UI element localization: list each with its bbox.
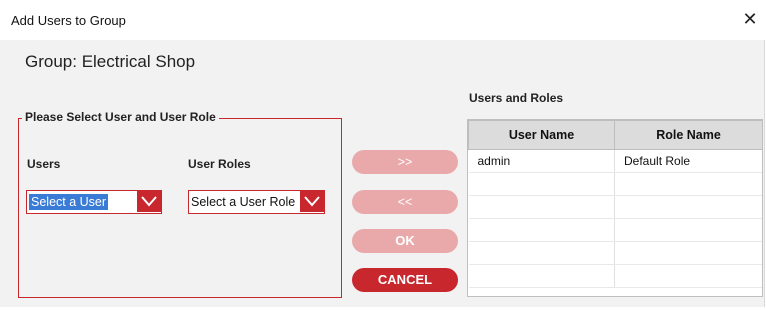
table-header-row: User Name Role Name: [468, 120, 762, 150]
column-header-user-name[interactable]: User Name: [468, 120, 615, 150]
user-name-cell: [468, 241, 615, 265]
close-icon[interactable]: ✕: [739, 8, 761, 30]
role-name-cell: [614, 241, 762, 265]
role-name-cell: [614, 195, 762, 219]
role-name-cell: [614, 172, 762, 196]
user-name-cell: [468, 195, 615, 219]
user-select[interactable]: Select a User: [26, 190, 162, 214]
ok-button[interactable]: OK: [352, 229, 458, 253]
selection-legend: Please Select User and User Role: [22, 110, 219, 124]
table-row[interactable]: admin Default Role: [468, 149, 762, 173]
users-label: Users: [27, 157, 61, 171]
table-row[interactable]: [468, 195, 762, 219]
user-name-cell: admin: [468, 149, 615, 173]
role-name-cell: [614, 218, 762, 242]
remove-user-button[interactable]: <<: [352, 190, 458, 214]
column-header-role-name[interactable]: Role Name: [614, 120, 762, 150]
chevron-down-icon[interactable]: [137, 191, 161, 212]
table-row[interactable]: [468, 241, 762, 265]
user-role-select[interactable]: Select a User Role: [188, 190, 325, 214]
chevron-down-icon[interactable]: [300, 191, 324, 212]
add-user-button[interactable]: >>: [352, 150, 458, 174]
user-roles-label: User Roles: [188, 157, 251, 171]
table-row[interactable]: [468, 264, 762, 288]
role-name-cell: Default Role: [614, 149, 762, 173]
user-name-cell: [468, 218, 615, 242]
group-title: Group: Electrical Shop: [25, 52, 196, 71]
table-row[interactable]: [468, 172, 762, 196]
user-name-cell: [468, 172, 615, 196]
cancel-button[interactable]: CANCEL: [352, 268, 458, 292]
user-select-value: Select a User: [29, 194, 109, 210]
user-name-cell: [468, 264, 615, 288]
user-role-select-value: Select a User Role: [191, 195, 296, 209]
dialog-title: Add Users to Group: [11, 13, 126, 28]
users-roles-title: Users and Roles: [469, 91, 564, 105]
dialog-titlebar: Add Users to Group ✕: [0, 0, 767, 40]
users-roles-table: User Name Role Name admin Default Role: [467, 119, 763, 297]
table-row[interactable]: [468, 218, 762, 242]
role-name-cell: [614, 264, 762, 288]
